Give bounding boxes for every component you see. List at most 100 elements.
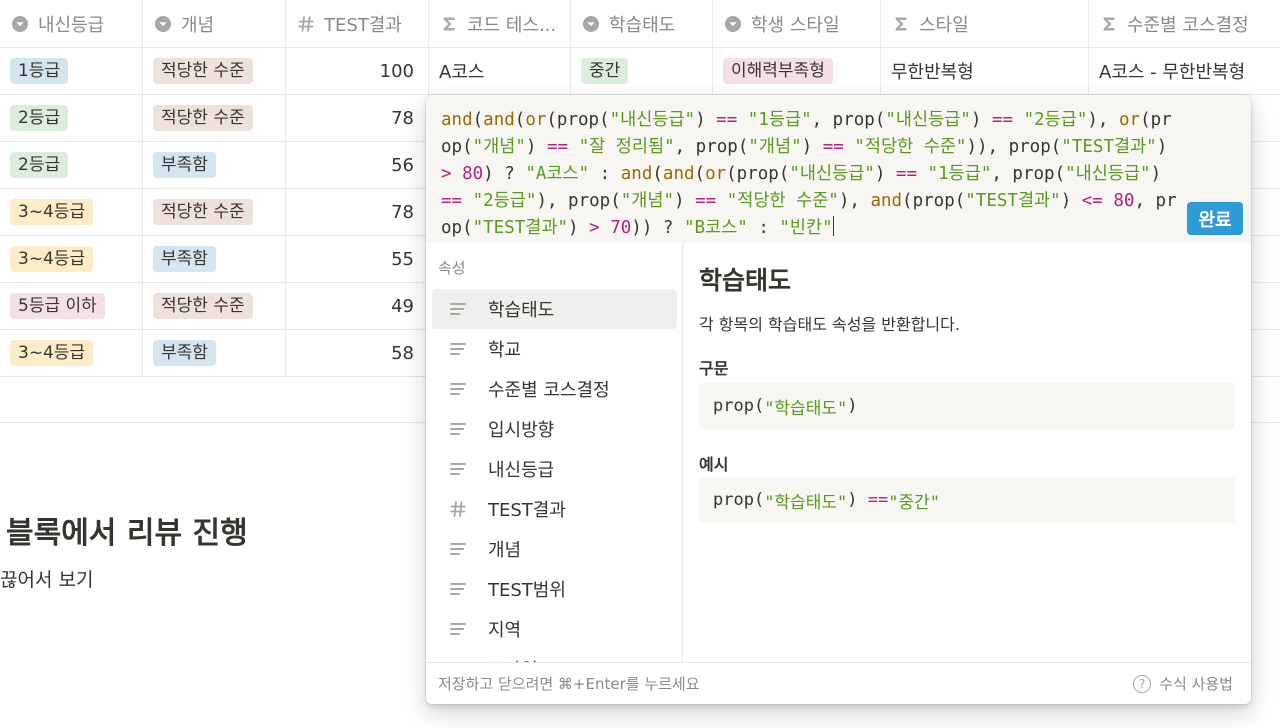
grade-tag: 3~4등급 <box>10 340 94 366</box>
table-cell[interactable]: 2등급 <box>0 142 143 188</box>
table-cell[interactable]: 56 <box>286 142 429 188</box>
grade-tag: 3~4등급 <box>10 246 94 272</box>
table-cell[interactable]: 3~4등급 <box>0 189 143 235</box>
grade-tag: 2등급 <box>10 105 69 131</box>
text-lines-icon <box>448 419 468 439</box>
text-lines-icon <box>448 339 468 359</box>
column-header[interactable]: 내신등급 <box>0 0 143 47</box>
column-header[interactable]: 학습태도 <box>571 0 713 47</box>
table-header-row: 내신등급 개념 TEST결과 코드 테스... 학습태도 학생 스타일 스타일 수준별 코스결… <box>0 0 1280 48</box>
formula-code-input[interactable]: and(and(or(prop("내신등급") == "1등급", prop("… <box>441 107 1181 242</box>
table-cell[interactable]: 중간 <box>571 48 713 94</box>
save-hint: 저장하고 닫으려면 ⌘+Enter를 누르세요 <box>438 675 700 693</box>
property-item-label: 지역 <box>488 620 522 641</box>
grade-tag: 5등급 이하 <box>10 293 105 319</box>
attitude-tag: 중간 <box>581 58 629 84</box>
property-item[interactable]: 지역 <box>432 609 677 649</box>
syntax-code: prop("학습태도") <box>699 383 1235 429</box>
table-cell[interactable]: 2등급 <box>0 95 143 141</box>
done-button[interactable]: 완료 <box>1187 202 1243 235</box>
property-item-label: 학교 <box>488 340 522 361</box>
table-cell[interactable]: A코스 <box>429 48 571 94</box>
column-header[interactable]: TEST결과 <box>286 0 429 47</box>
property-item-label: 내신등급 <box>488 460 555 481</box>
property-item[interactable]: 스타일 <box>432 649 677 662</box>
test-score: 78 <box>391 201 414 223</box>
table-cell[interactable]: 58 <box>286 330 429 376</box>
example-code: prop("학습태도") == "중간" <box>699 477 1235 523</box>
properties-label: 속성 <box>438 259 466 277</box>
test-score: 55 <box>391 248 414 270</box>
properties-list: 학습태도학교수준별 코스결정입시방향내신등급 TEST결과개념 TEST범위지역스타… <box>432 289 677 662</box>
property-item[interactable]: 입시방향 <box>432 409 677 449</box>
text-lines-icon <box>448 539 468 559</box>
grade-tag: 3~4등급 <box>10 199 94 225</box>
property-item[interactable]: 수준별 코스결정 <box>432 369 677 409</box>
property-item[interactable]: 학습태도 <box>432 289 677 329</box>
column-header-label: 학습태도 <box>609 14 676 36</box>
formula-icon <box>1099 14 1119 34</box>
table-cell[interactable]: 부족함 <box>143 236 286 282</box>
formula-editor[interactable]: and(and(or(prop("내신등급") == "1등급", prop("… <box>426 95 1251 243</box>
table-cell[interactable]: 78 <box>286 95 429 141</box>
property-item[interactable]: TEST범위 <box>432 569 677 609</box>
property-item-label: 학습태도 <box>488 300 555 321</box>
table-cell[interactable]: 3~4등급 <box>0 330 143 376</box>
property-item[interactable]: 내신등급 <box>432 449 677 489</box>
property-item[interactable]: 학교 <box>432 329 677 369</box>
property-item[interactable]: 개념 <box>432 529 677 569</box>
column-header[interactable]: 학생 스타일 <box>713 0 881 47</box>
concept-tag: 적당한 수준 <box>153 199 253 225</box>
test-score: 56 <box>391 154 414 176</box>
number-icon <box>448 499 468 519</box>
table-cell[interactable]: 이해력부족형 <box>713 48 881 94</box>
concept-tag: 부족함 <box>153 246 216 272</box>
formula-help-link[interactable]: ? 수식 사용법 <box>1133 673 1233 694</box>
concept-tag: 적당한 수준 <box>153 293 253 319</box>
test-score: 78 <box>391 107 414 129</box>
table-cell[interactable]: 적당한 수준 <box>143 95 286 141</box>
table-cell[interactable]: 5등급 이하 <box>0 283 143 329</box>
formula-editor-popup: and(and(or(prop("내신등급") == "1등급", prop("… <box>426 95 1251 704</box>
select-icon <box>581 14 601 34</box>
text-caret <box>832 216 834 236</box>
formula-icon <box>891 14 911 34</box>
example-heading: 예시 <box>699 455 729 474</box>
section-subtitle: 끊어서 보기 <box>0 569 94 591</box>
column-header[interactable]: 수준별 코스결정 <box>1089 0 1280 47</box>
table-cell[interactable]: 적당한 수준 <box>143 48 286 94</box>
table-cell[interactable]: 적당한 수준 <box>143 189 286 235</box>
property-item[interactable]: TEST결과 <box>432 489 677 529</box>
text-lines-icon <box>448 579 468 599</box>
table-cell[interactable]: 1등급 <box>0 48 143 94</box>
table-cell[interactable]: 78 <box>286 189 429 235</box>
table-cell[interactable]: 적당한 수준 <box>143 283 286 329</box>
grade-tag: 1등급 <box>10 58 69 84</box>
table-cell[interactable]: 100 <box>286 48 429 94</box>
doc-title: 학습태도 <box>699 266 792 295</box>
text-lines-icon <box>448 379 468 399</box>
formula-footer: 저장하고 닫으려면 ⌘+Enter를 누르세요 ? 수식 사용법 <box>426 662 1251 704</box>
help-icon: ? <box>1133 674 1152 693</box>
table-cell[interactable]: 55 <box>286 236 429 282</box>
formula-icon <box>439 14 459 34</box>
table-cell[interactable]: 3~4등급 <box>0 236 143 282</box>
property-item-label: 개념 <box>488 540 522 561</box>
table-cell[interactable]: 부족함 <box>143 330 286 376</box>
table-cell[interactable]: 무한반복형 <box>881 48 1089 94</box>
property-item-label: TEST결과 <box>488 500 566 521</box>
column-header-label: 스타일 <box>919 14 969 36</box>
table-cell[interactable]: A코스 - 무한반복형 <box>1089 48 1280 94</box>
column-header-label: 코드 테스... <box>467 14 557 36</box>
style-value: 무한반복형 <box>891 62 974 83</box>
concept-tag: 적당한 수준 <box>153 58 253 84</box>
student-style-tag: 이해력부족형 <box>723 58 833 84</box>
table-cell[interactable]: 49 <box>286 283 429 329</box>
doc-description: 각 항목의 학습태도 속성을 반환합니다. <box>699 315 960 334</box>
properties-pane: 속성 학습태도학교수준별 코스결정 입시방향내신등급 TEST결과개념 TEST범위지… <box>426 243 683 662</box>
column-header[interactable]: 개념 <box>143 0 286 47</box>
column-header[interactable]: 스타일 <box>881 0 1089 47</box>
text-lines-icon <box>448 619 468 639</box>
table-cell[interactable]: 부족함 <box>143 142 286 188</box>
column-header[interactable]: 코드 테스... <box>429 0 571 47</box>
